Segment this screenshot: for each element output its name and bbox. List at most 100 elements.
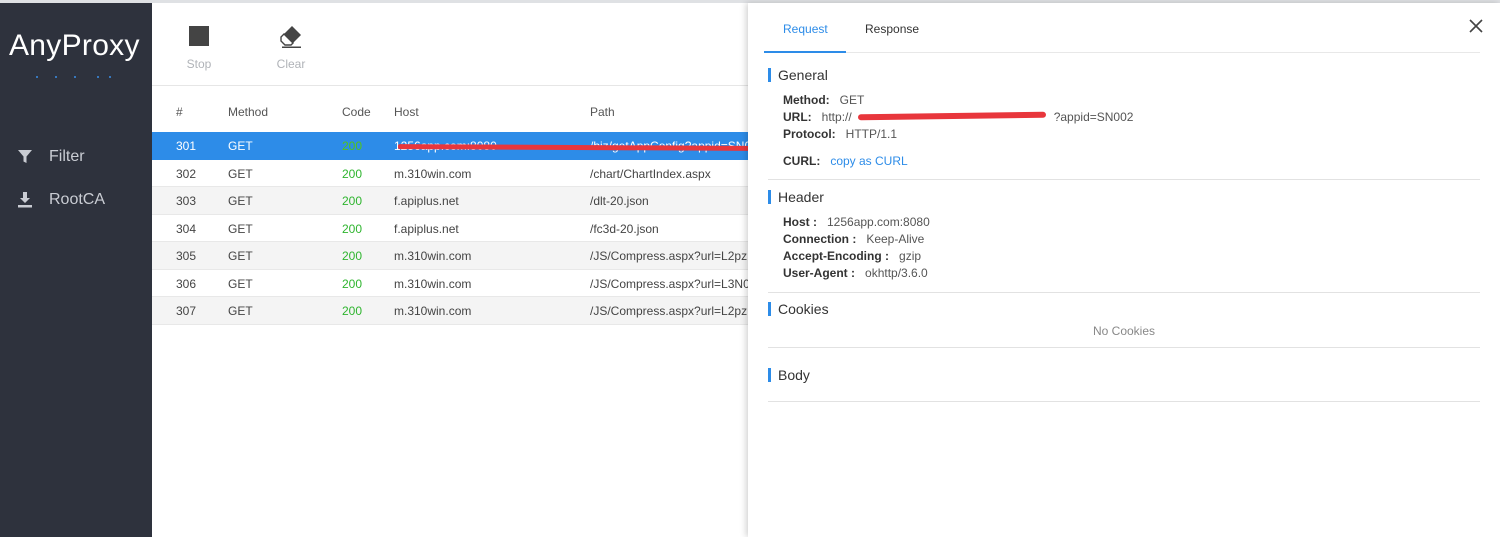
column-header-id: # (176, 105, 183, 119)
cell-method: GET (228, 304, 253, 318)
section-title-body: Body (768, 368, 810, 382)
table-row[interactable]: 302 GET 200 m.310win.com /chart/ChartInd… (152, 160, 748, 187)
detail-tabs: Request Response (764, 3, 1480, 53)
header-row: User-Agent : okhttp/3.6.0 (783, 266, 928, 280)
divider (768, 401, 1480, 402)
section-title-cookies: Cookies (768, 302, 829, 316)
cell-host: m.310win.com (394, 249, 472, 263)
table-row[interactable]: 306 GET 200 m.310win.com /JS/Compress.as… (152, 270, 748, 297)
cell-method: GET (228, 249, 253, 263)
divider (768, 292, 1480, 293)
stop-button[interactable]: Stop (174, 25, 224, 71)
section-title-general: General (768, 68, 828, 82)
eraser-icon (279, 25, 303, 49)
cell-path: /JS/Compress.aspx?url=L2pzL (590, 304, 748, 318)
divider (768, 347, 1480, 348)
table-header: # Method Code Host Path (152, 87, 748, 132)
cell-id: 306 (176, 276, 197, 291)
section-title-header: Header (768, 190, 824, 204)
url-label: URL: (783, 110, 812, 124)
cell-id: 307 (176, 304, 197, 318)
app-logo: AnyProxy (9, 29, 140, 62)
cell-id: 302 (176, 166, 197, 181)
header-value: 1256app.com:8080 (827, 215, 930, 229)
cell-host: f.apiplus.net (394, 221, 459, 236)
cell-method: GET (228, 276, 253, 291)
table-row[interactable]: 305 GET 200 m.310win.com /JS/Compress.as… (152, 242, 748, 270)
sidebar: AnyProxy Filter RootCA (0, 3, 152, 537)
header-key: Accept-Encoding : (783, 249, 890, 263)
request-table: # Method Code Host Path 301 GET 200 1256… (152, 87, 748, 325)
method-label: Method: (783, 93, 830, 107)
copy-as-curl-link[interactable]: copy as CURL (830, 154, 907, 168)
url-prefix: http:// (821, 110, 852, 124)
sidebar-item-label: Filter (49, 148, 85, 165)
column-header-path: Path (590, 105, 615, 119)
cell-id: 301 (176, 139, 197, 153)
cell-path: /dlt-20.json (590, 194, 649, 208)
general-protocol-row: Protocol: HTTP/1.1 (783, 127, 897, 141)
cell-id: 303 (176, 194, 197, 208)
cell-path: /chart/ChartIndex.aspx (590, 166, 711, 181)
cell-code: 200 (342, 166, 363, 181)
cell-code: 200 (342, 304, 363, 318)
cell-method: GET (228, 194, 253, 208)
column-header-method: Method (228, 105, 269, 119)
download-icon (18, 192, 32, 208)
table-row[interactable]: 301 GET 200 1256app.com:8080 /biz/getApp… (152, 132, 748, 160)
clear-label: Clear (276, 57, 306, 71)
cell-path: /fc3d-20.json (590, 221, 659, 236)
cell-id: 304 (176, 221, 197, 236)
protocol-label: Protocol: (783, 127, 836, 141)
cell-id: 305 (176, 249, 197, 263)
general-method-row: Method: GET (783, 93, 864, 107)
cell-path: /JS/Compress.aspx?url=L3N0e (590, 276, 748, 291)
tab-response[interactable]: Response (865, 22, 919, 36)
header-value: Keep-Alive (866, 232, 925, 246)
sidebar-item-label: RootCA (49, 191, 106, 208)
table-row[interactable]: 304 GET 200 f.apiplus.net /fc3d-20.json (152, 215, 748, 242)
cell-path: /JS/Compress.aspx?url=L2pzL (590, 249, 748, 263)
stop-icon (187, 25, 211, 49)
cell-method: GET (228, 166, 253, 181)
header-value: okhttp/3.6.0 (865, 266, 928, 280)
sidebar-item-rootca[interactable]: RootCA (18, 189, 105, 211)
method-value: GET (839, 93, 865, 107)
protocol-value: HTTP/1.1 (845, 127, 898, 141)
url-suffix: ?appid=SN002 (1053, 110, 1134, 124)
column-header-code: Code (342, 105, 371, 119)
cell-code: 200 (342, 249, 363, 263)
column-header-host: Host (394, 105, 419, 119)
active-tab-indicator (764, 51, 846, 53)
clear-button[interactable]: Clear (266, 25, 316, 71)
stop-label: Stop (186, 57, 212, 71)
header-row: Accept-Encoding : gzip (783, 249, 921, 263)
tab-request[interactable]: Request (783, 22, 828, 36)
cell-host: m.310win.com (394, 276, 472, 291)
cell-code: 200 (342, 276, 363, 291)
header-row: Connection : Keep-Alive (783, 232, 924, 246)
cell-code: 200 (342, 139, 363, 153)
cell-host: m.310win.com (394, 304, 472, 318)
cell-host: f.apiplus.net (394, 194, 459, 208)
curl-label: CURL: (783, 154, 821, 168)
header-row: Host : 1256app.com:8080 (783, 215, 930, 229)
header-key: User-Agent : (783, 266, 856, 280)
cell-method: GET (228, 139, 253, 153)
request-detail-panel: Request Response General Method: GET URL:… (748, 3, 1500, 537)
close-icon[interactable] (1468, 18, 1484, 34)
divider (768, 179, 1480, 180)
cell-code: 200 (342, 221, 363, 236)
header-value: gzip (899, 249, 922, 263)
header-key: Connection : (783, 232, 857, 246)
toolbar: Stop Clear (152, 3, 748, 86)
table-row[interactable]: 307 GET 200 m.310win.com /JS/Compress.as… (152, 297, 748, 325)
cell-host: m.310win.com (394, 166, 472, 181)
sidebar-item-filter[interactable]: Filter (18, 146, 85, 168)
no-cookies-text: No Cookies (1092, 324, 1156, 338)
table-row[interactable]: 303 GET 200 f.apiplus.net /dlt-20.json (152, 187, 748, 215)
filter-icon (18, 149, 32, 165)
cell-method: GET (228, 221, 253, 236)
logo-dots-decoration (36, 76, 116, 80)
cell-code: 200 (342, 194, 363, 208)
